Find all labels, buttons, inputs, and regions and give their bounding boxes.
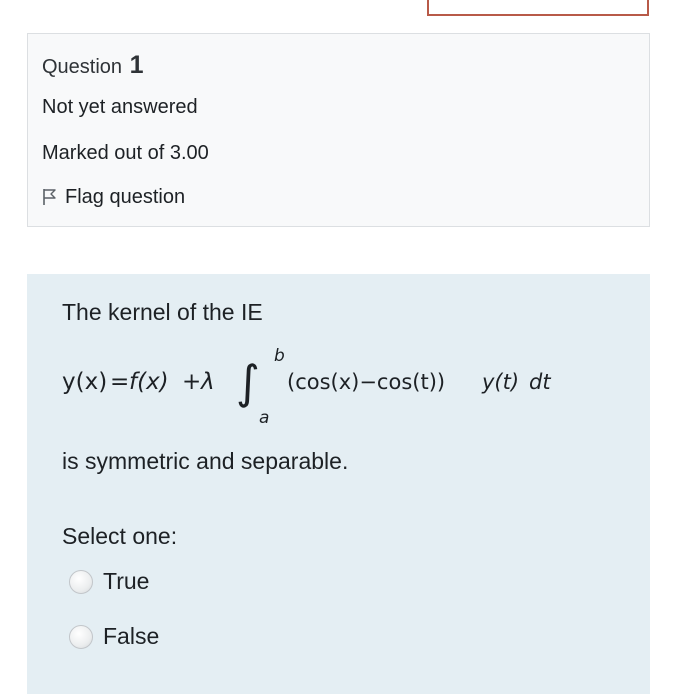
true-radio-button[interactable] <box>69 570 93 594</box>
answer-option-false-label: False <box>103 623 160 649</box>
answer-option-true-label: True <box>103 568 150 594</box>
formula-plus: + <box>182 369 201 395</box>
formula-lambda: λ <box>199 369 215 395</box>
question-label: Question <box>42 56 123 78</box>
question-text-intro: The kernel of the IE <box>62 299 263 325</box>
flag-icon <box>43 189 56 205</box>
question-grade: Marked out of 3.00 <box>42 142 209 164</box>
question-info-panel: Question 1 Not yet answered Marked out o… <box>27 33 650 227</box>
question-state: Not yet answered <box>42 96 198 118</box>
formula-y-t: y(t) <box>481 370 519 394</box>
question-content: The kernel of the IE y(x) = f(x) + λ ∫ b… <box>27 274 650 694</box>
formula-lower-limit: a <box>259 408 269 428</box>
formula-integral-sign: ∫ <box>236 355 260 409</box>
formula-f-term: f(x) <box>129 369 169 395</box>
formula-upper-limit: b <box>274 346 285 366</box>
flag-question-label: Flag question <box>65 186 186 208</box>
question-number-value: 1 <box>129 51 144 79</box>
integral-equation: y(x) = f(x) + λ ∫ b a (cos(x)−cos(t)) y(… <box>62 346 551 428</box>
flag-question-link[interactable]: Flag question <box>42 186 185 209</box>
select-one-prompt: Select one: <box>62 523 178 549</box>
formula-dt: dt <box>529 370 551 394</box>
formula-lhs: y(x) <box>62 369 107 395</box>
top-navigation-button[interactable] <box>427 0 649 16</box>
false-radio-button[interactable] <box>69 625 93 649</box>
answer-option-false[interactable]: False <box>69 623 159 650</box>
formula-kernel: (cos(x)−cos(t)) <box>287 370 445 394</box>
question-text-statement: is symmetric and separable. <box>62 448 349 474</box>
formula-equals: = <box>110 369 129 395</box>
question-number: Question 1 <box>42 51 144 80</box>
answer-option-true[interactable]: True <box>69 568 149 595</box>
